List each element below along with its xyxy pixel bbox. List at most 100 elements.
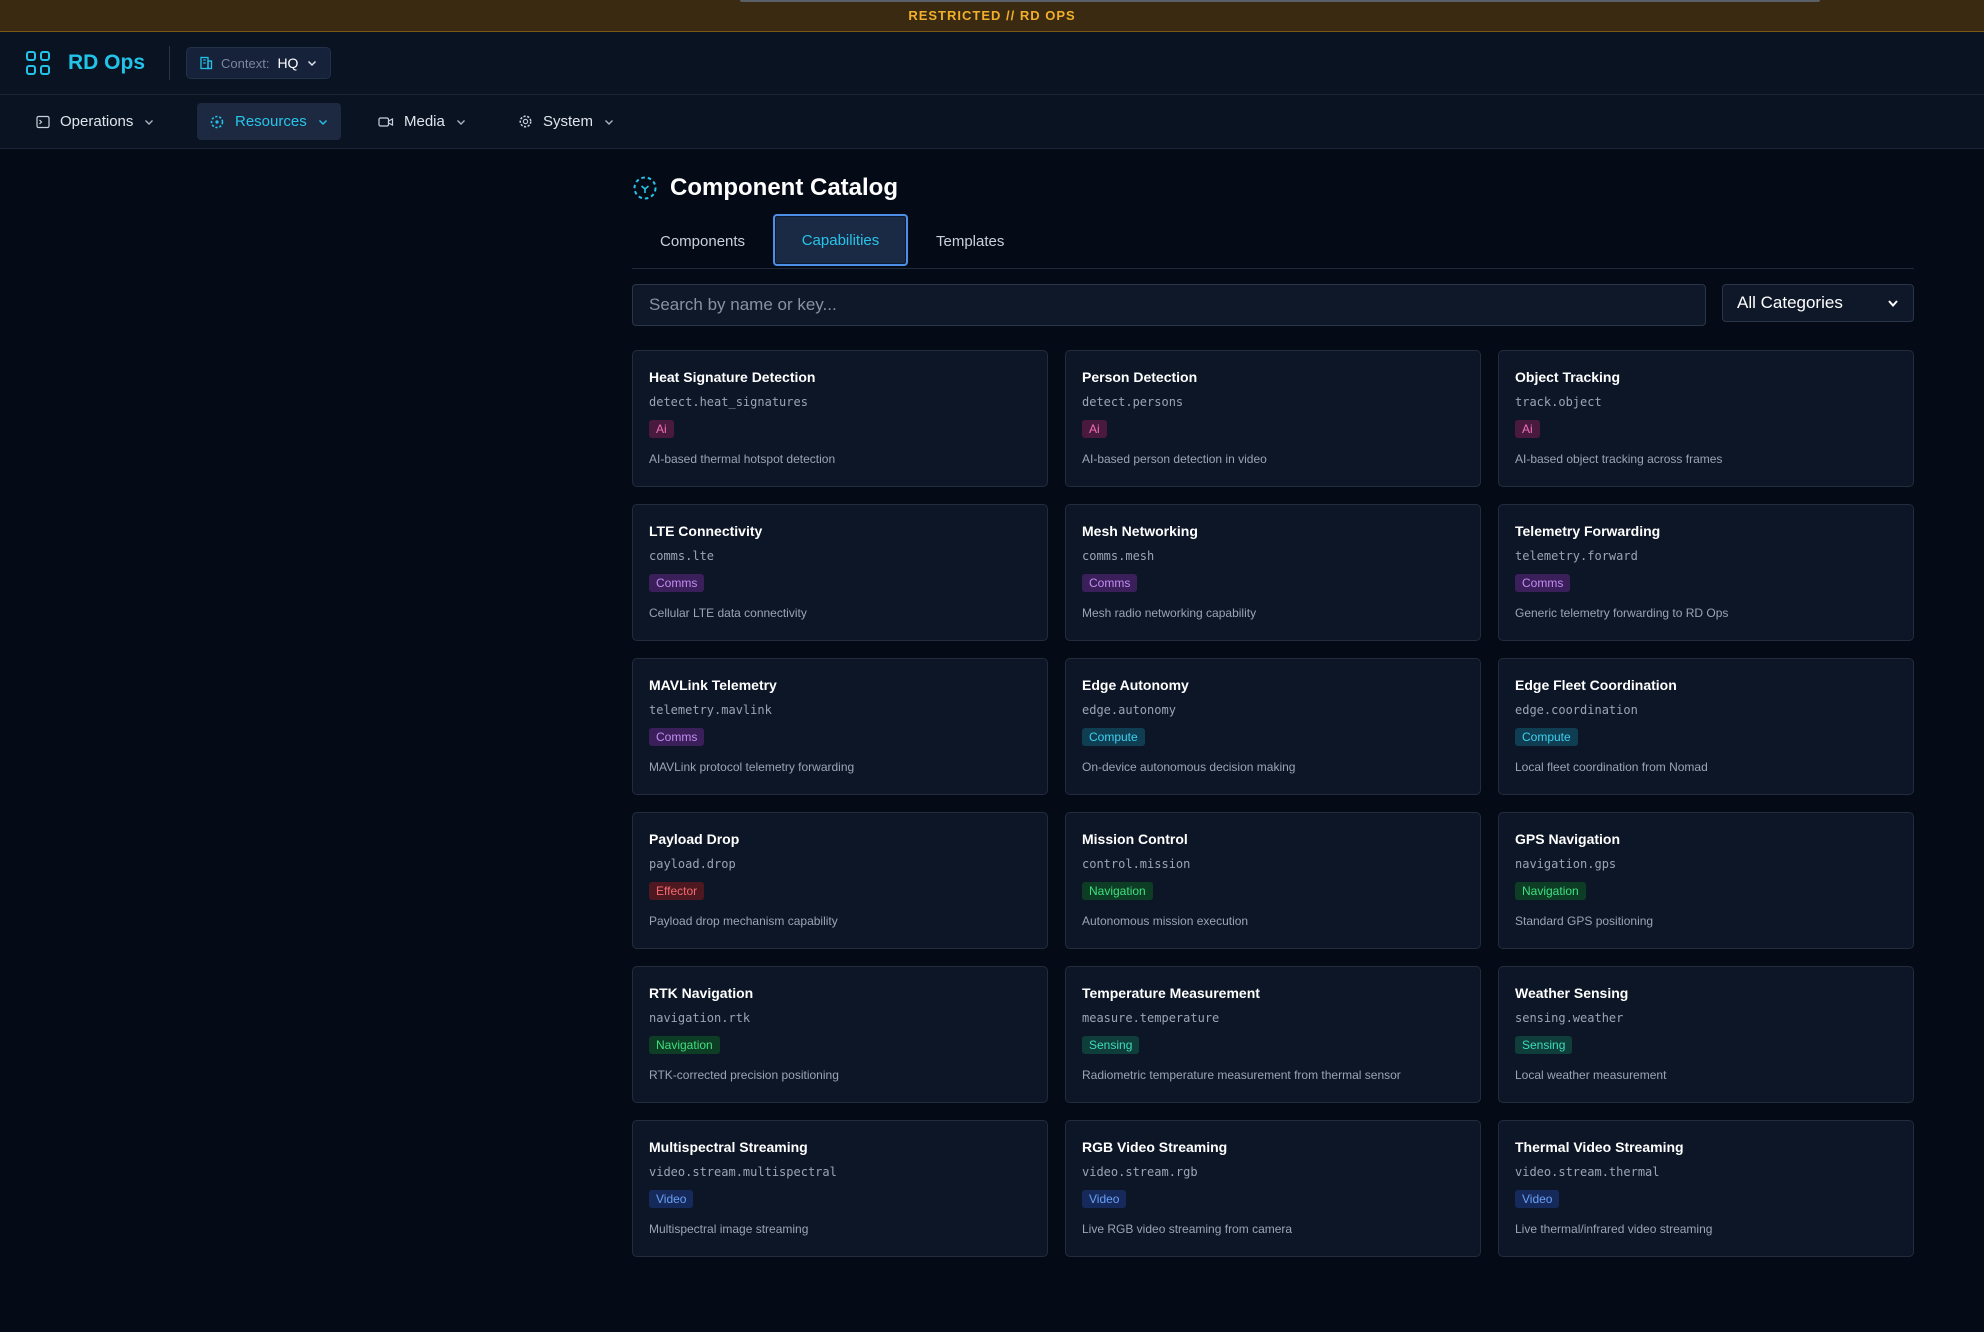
capability-name: Heat Signature Detection	[649, 369, 816, 385]
app-header: RD Ops Context: HQ	[0, 32, 1984, 95]
capability-name: LTE Connectivity	[649, 523, 763, 539]
capability-card[interactable]: Edge Autonomy edge.autonomy Compute On-devi…	[1065, 658, 1481, 795]
capability-name: Telemetry Forwarding	[1515, 523, 1661, 539]
capability-description: Live thermal/infrared video streaming	[1515, 1222, 1713, 1236]
category-badge: Comms	[649, 574, 705, 592]
capability-card[interactable]: Thermal Video Streaming video.stream.ther…	[1498, 1120, 1914, 1257]
capability-card[interactable]: LTE Connectivity comms.lte Comms Cellular L…	[632, 504, 1048, 641]
page-title: Component Catalog	[670, 174, 898, 201]
gear-icon	[519, 115, 532, 128]
context-value: HQ	[277, 55, 299, 71]
capability-card[interactable]: GPS Navigation navigation.gps Navigation St…	[1498, 812, 1914, 949]
capability-name: RGB Video Streaming	[1082, 1139, 1228, 1155]
capability-card[interactable]: Weather Sensing sensing.weather Sensing Loc…	[1498, 966, 1914, 1103]
nav-system[interactable]: System	[506, 103, 627, 140]
capability-description: Standard GPS positioning	[1515, 914, 1654, 928]
cog-dashed-icon	[633, 176, 657, 200]
category-badge: Compute	[1515, 728, 1578, 746]
capability-card[interactable]: Payload Drop payload.drop Effector Payload …	[632, 812, 1048, 949]
capability-card[interactable]: Temperature Measurement measure.temperatu…	[1065, 966, 1481, 1103]
category-select[interactable]: All Categories	[1722, 284, 1914, 322]
category-badge: Navigation	[649, 1036, 720, 1054]
capability-card[interactable]: Edge Fleet Coordination edge.coordination…	[1498, 658, 1914, 795]
capability-key: measure.temperature	[1082, 1011, 1220, 1025]
capability-description: Mesh radio networking capability	[1082, 606, 1257, 620]
capability-name: Object Tracking	[1515, 369, 1621, 385]
category-badge: Navigation	[1082, 882, 1153, 900]
nav-operations[interactable]: Operations	[24, 103, 167, 140]
capability-key: track.object	[1515, 395, 1602, 409]
page-header: Component Catalog	[632, 174, 898, 202]
nav-operations-label: Operations	[60, 113, 134, 130]
nav-media-label: Media	[404, 113, 445, 130]
capability-description: AI-based object tracking across frames	[1515, 452, 1723, 466]
capability-name: Edge Fleet Coordination	[1515, 677, 1677, 693]
capability-name: Multispectral Streaming	[649, 1139, 808, 1155]
capability-description: Cellular LTE data connectivity	[649, 606, 807, 620]
terminal-icon	[36, 115, 50, 128]
context-selector[interactable]: Context: HQ	[186, 47, 332, 79]
apps-grid-icon[interactable]	[26, 51, 50, 75]
capability-key: detect.persons	[1082, 395, 1184, 409]
capability-description: On-device autonomous decision making	[1082, 760, 1296, 774]
category-select-value: All Categories	[1737, 293, 1843, 312]
category-badge: Effector	[649, 882, 705, 900]
capability-card[interactable]: Person Detection detect.persons Ai AI-based…	[1065, 350, 1481, 487]
capability-card[interactable]: RGB Video Streaming video.stream.rgb Video…	[1065, 1120, 1481, 1257]
capability-key: control.mission	[1082, 857, 1191, 871]
capability-key: payload.drop	[649, 857, 736, 871]
capability-name: Payload Drop	[649, 831, 740, 847]
chevron-down-icon	[308, 60, 317, 67]
capability-description: AI-based thermal hotspot detection	[649, 452, 836, 466]
tab-bar: Components Capabilities Templates	[632, 214, 1914, 269]
banner-edge-decoration	[740, 0, 1820, 2]
category-badge: Compute	[1082, 728, 1145, 746]
capability-description: MAVLink protocol telemetry forwarding	[649, 760, 855, 774]
capability-key: video.stream.rgb	[1082, 1165, 1198, 1179]
tab-capabilities[interactable]: Capabilities	[773, 214, 908, 266]
capability-name: MAVLink Telemetry	[649, 677, 777, 693]
capability-name: GPS Navigation	[1515, 831, 1621, 847]
capability-name: Temperature Measurement	[1082, 985, 1260, 1001]
capability-description: Payload drop mechanism capability	[649, 914, 838, 928]
capability-name: Mission Control	[1082, 831, 1188, 847]
capability-card[interactable]: Mesh Networking comms.mesh Comms Mesh radio…	[1065, 504, 1481, 641]
capability-description: Autonomous mission execution	[1082, 914, 1249, 928]
brand-name[interactable]: RD Ops	[68, 51, 145, 75]
nav-system-label: System	[543, 113, 594, 130]
capability-description: Radiometric temperature measurement from…	[1082, 1068, 1401, 1082]
category-badge: Ai	[1515, 420, 1540, 438]
category-badge: Video	[1082, 1190, 1127, 1208]
nav-media[interactable]: Media	[366, 103, 479, 140]
capability-key: edge.autonomy	[1082, 703, 1176, 717]
capability-name: Person Detection	[1082, 369, 1198, 385]
category-badge: Video	[1515, 1190, 1560, 1208]
capability-grid: Heat Signature Detection detect.heat_sign…	[632, 350, 1914, 1257]
capability-card[interactable]: Mission Control control.mission Navigation…	[1065, 812, 1481, 949]
capability-name: Weather Sensing	[1515, 985, 1629, 1001]
capability-card[interactable]: Heat Signature Detection detect.heat_sign…	[632, 350, 1048, 487]
capability-card[interactable]: Object Tracking track.object Ai AI-based ob…	[1498, 350, 1914, 487]
capability-description: Multispectral image streaming	[649, 1222, 809, 1236]
capability-name: Thermal Video Streaming	[1515, 1139, 1684, 1155]
tab-components[interactable]: Components	[646, 215, 759, 267]
capability-key: telemetry.forward	[1515, 549, 1638, 563]
capability-description: RTK-corrected precision positioning	[649, 1068, 839, 1082]
chevron-down-icon	[318, 119, 327, 125]
capability-card[interactable]: MAVLink Telemetry telemetry.mavlink Comms M…	[632, 658, 1048, 795]
classification-text: RESTRICTED // RD OPS	[908, 8, 1076, 23]
category-badge: Ai	[649, 420, 674, 438]
capability-key: comms.mesh	[1082, 549, 1155, 563]
capability-card[interactable]: Multispectral Streaming video.stream.mult…	[632, 1120, 1048, 1257]
classification-banner: RESTRICTED // RD OPS	[0, 0, 1984, 32]
nav-resources[interactable]: Resources	[197, 103, 341, 140]
capability-card[interactable]: Telemetry Forwarding telemetry.forward Com…	[1498, 504, 1914, 641]
capability-card[interactable]: RTK Navigation navigation.rtk Navigation RT…	[632, 966, 1048, 1103]
tab-templates[interactable]: Templates	[922, 215, 1018, 267]
search-input[interactable]	[632, 284, 1706, 326]
cog-dashed-icon	[210, 115, 224, 128]
capability-key: detect.heat_signatures	[649, 395, 808, 409]
capability-key: video.stream.thermal	[1515, 1165, 1660, 1179]
capability-key: video.stream.multispectral	[649, 1165, 837, 1179]
capability-name: Mesh Networking	[1082, 523, 1198, 539]
